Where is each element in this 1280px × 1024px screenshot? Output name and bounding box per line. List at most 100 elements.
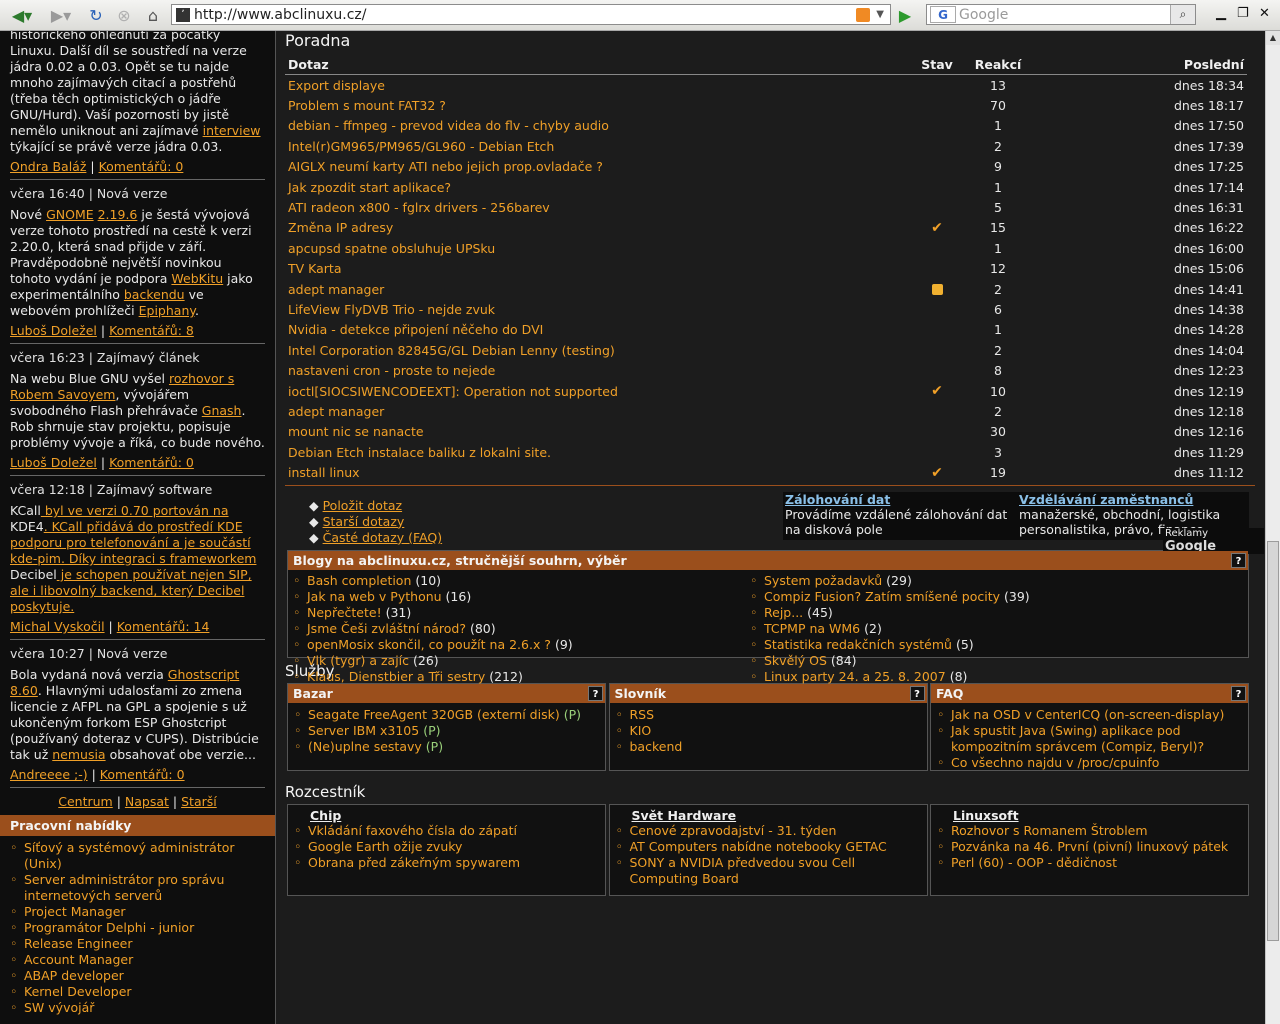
news-inline-link[interactable]: . KCall přidává do prostředí KDE podporu… bbox=[10, 519, 256, 566]
poradna-link-item[interactable]: ◆ Časté dotazy (FAQ) bbox=[309, 530, 442, 546]
table-row[interactable]: Debian Etch instalace baliku z lokalni s… bbox=[285, 442, 1247, 462]
bazar-link[interactable]: Seagate FreeAgent 320GB (externí disk) bbox=[308, 707, 560, 722]
news-inline-link[interactable]: WebKitu bbox=[171, 271, 223, 286]
comments-link[interactable]: Komentářů: 0 bbox=[109, 455, 194, 470]
forward-button[interactable]: ▶▾ bbox=[44, 4, 78, 26]
blog-item-link[interactable]: Rejp... bbox=[764, 605, 803, 620]
job-link[interactable]: Account Manager bbox=[24, 952, 133, 967]
faq-item[interactable]: Co všechno najdu v /proc/cpuinfo bbox=[937, 755, 1242, 771]
linuxsoft-title[interactable]: Linuxsoft bbox=[953, 808, 1242, 823]
stop-button[interactable]: ⊗ bbox=[114, 4, 134, 26]
question-link[interactable]: debian - ffmpeg - prevod videa do flv - … bbox=[288, 118, 609, 133]
comments-link[interactable]: Komentářů: 0 bbox=[99, 159, 184, 174]
news-inline-link[interactable]: 2.19.6 bbox=[98, 207, 138, 222]
job-item[interactable]: Project Manager bbox=[10, 904, 265, 920]
job-item[interactable]: SW vývojář bbox=[10, 1000, 265, 1016]
poradna-link-item[interactable]: ◆ Položit dotaz bbox=[309, 498, 442, 514]
faq-item-link[interactable]: Jak na OSD v CenterICQ (on-screen-displa… bbox=[951, 707, 1224, 722]
chip-item-link[interactable]: Obrana před zákeřným spywarem bbox=[308, 855, 520, 870]
blog-item[interactable]: Statistika redakčních systémů (5) bbox=[750, 637, 1240, 653]
job-link[interactable]: SW vývojář bbox=[24, 1000, 94, 1015]
job-link[interactable]: Kernel Developer bbox=[24, 984, 132, 999]
blog-item[interactable]: Skvělý OS (84) bbox=[750, 653, 1240, 669]
svet-hardware-item-link[interactable]: Cenové zpravodajství - 31. týden bbox=[630, 823, 837, 838]
chip-item[interactable]: Obrana před zákeřným spywarem bbox=[294, 855, 599, 871]
search-input[interactable]: Google bbox=[959, 7, 1008, 23]
poradna-link-item[interactable]: ◆ Starší dotazy bbox=[309, 514, 442, 530]
table-row[interactable]: LifeView FlyDVB Trio - nejde zvuk 6 dnes 1… bbox=[285, 299, 1247, 319]
job-link[interactable]: Project Manager bbox=[24, 904, 126, 919]
bazar-item[interactable]: (Ne)uplne sestavy (P) bbox=[294, 739, 599, 755]
blog-item-link[interactable]: Statistika redakčních systémů bbox=[764, 637, 952, 652]
comments-link[interactable]: Komentářů: 14 bbox=[117, 619, 210, 634]
blog-item[interactable]: Jsme Češi zvláštní národ? (80) bbox=[293, 621, 750, 637]
blog-item[interactable]: Klaus, Dienstbier a Tři sestry (212) bbox=[293, 669, 750, 685]
question-link[interactable]: Debian Etch instalace baliku z lokalni s… bbox=[288, 445, 551, 460]
help-icon[interactable]: ? bbox=[909, 685, 925, 701]
linuxsoft-item[interactable]: Pozvánka na 46. První (pivní) linuxový p… bbox=[937, 839, 1242, 855]
news-inline-link[interactable]: Gnash bbox=[202, 403, 242, 418]
ad-title[interactable]: Vzdělávání zaměstnanců bbox=[1019, 492, 1247, 507]
table-row[interactable]: adept manager 2 dnes 12:18 bbox=[285, 401, 1247, 421]
poradna-link[interactable]: Časté dotazy (FAQ) bbox=[323, 530, 443, 545]
blog-item-link[interactable]: System požadavků bbox=[764, 573, 882, 588]
url-dropdown-icon[interactable]: ▼ bbox=[876, 9, 884, 20]
faq-item[interactable]: Jak spustit Java (Swing) aplikace pod ko… bbox=[937, 723, 1242, 755]
close-icon[interactable]: ✕ bbox=[1259, 6, 1270, 21]
back-button[interactable]: ◀▾ bbox=[4, 4, 40, 26]
blog-item-link[interactable]: Jak na web v Pythonu bbox=[307, 589, 442, 604]
blog-item-link[interactable]: Linux party 24. a 25. 8. 2007 bbox=[764, 669, 946, 684]
question-link[interactable]: Změna IP adresy bbox=[288, 220, 393, 235]
table-row[interactable]: Nvidia - detekce připojení něčeho do DVI… bbox=[285, 320, 1247, 340]
question-link[interactable]: ioctl[SIOCSIWENCODEEXT]: Operation not s… bbox=[288, 384, 618, 399]
linuxsoft-item[interactable]: Rozhovor s Romanem Štroblem bbox=[937, 823, 1242, 839]
news-inline-link[interactable]: nemusia bbox=[52, 747, 105, 762]
question-link[interactable]: Export displaye bbox=[288, 78, 385, 93]
table-row[interactable]: Export displaye 13 dnes 18:34 bbox=[285, 75, 1247, 96]
chip-item[interactable]: Google Earth ožije zvuky bbox=[294, 839, 599, 855]
chip-item[interactable]: Vkládání faxového čísla do zápatí bbox=[294, 823, 599, 839]
job-item[interactable]: Síťový a systémový administrátor (Unix) bbox=[10, 840, 265, 872]
comments-link[interactable]: Komentářů: 0 bbox=[100, 767, 185, 782]
job-link[interactable]: ABAP developer bbox=[24, 968, 124, 983]
question-link[interactable]: Problem s mount FAT32 ? bbox=[288, 98, 446, 113]
blog-item[interactable]: Bash completion (10) bbox=[293, 573, 750, 589]
chip-item-link[interactable]: Google Earth ožije zvuky bbox=[308, 839, 462, 854]
question-link[interactable]: nastaveni cron - proste to nejede bbox=[288, 363, 495, 378]
table-row[interactable]: apcupsd spatne obsluhuje UPSku 1 dnes 16:0… bbox=[285, 238, 1247, 258]
author-link[interactable]: Luboš Doležel bbox=[10, 455, 97, 470]
url-bar[interactable]: ʼ http://www.abclinuxu.cz/ ▼ bbox=[171, 4, 891, 25]
news-inline-link[interactable]: byl ve verzi 0.70 portován na bbox=[41, 503, 229, 518]
question-link[interactable]: ATI radeon x800 - fglrx drivers - 256bar… bbox=[288, 200, 550, 215]
job-item[interactable]: Kernel Developer bbox=[10, 984, 265, 1000]
table-row[interactable]: ATI radeon x800 - fglrx drivers - 256bar… bbox=[285, 197, 1247, 217]
table-row[interactable]: AIGLX neumí karty ATI nebo jejich prop.o… bbox=[285, 157, 1247, 177]
nav-centrum-link[interactable]: Centrum bbox=[58, 794, 112, 809]
news-inline-link[interactable]: Epiphany bbox=[139, 303, 195, 318]
question-link[interactable]: adept manager bbox=[288, 282, 384, 297]
go-button[interactable]: ▶ bbox=[894, 4, 916, 26]
slovnik-item[interactable]: RSS bbox=[616, 707, 921, 723]
question-link[interactable]: Nvidia - detekce připojení něčeho do DVI bbox=[288, 322, 543, 337]
svet-hardware-title[interactable]: Svět Hardware bbox=[632, 808, 921, 823]
table-row[interactable]: TV Karta 12 dnes 15:06 bbox=[285, 259, 1247, 279]
blog-item[interactable]: Jak na web v Pythonu (16) bbox=[293, 589, 750, 605]
faq-item[interactable]: Jak na OSD v CenterICQ (on-screen-displa… bbox=[937, 707, 1242, 723]
blog-item-link[interactable]: openMosix skončil, co použít na 2.6.x ? bbox=[307, 637, 551, 652]
author-link[interactable]: Ondra Baláž bbox=[10, 159, 86, 174]
faq-item-link[interactable]: Jak spustit Java (Swing) aplikace pod ko… bbox=[951, 723, 1204, 754]
linuxsoft-item-link[interactable]: Rozhovor s Romanem Štroblem bbox=[951, 823, 1148, 838]
author-link[interactable]: Michal Vyskočil bbox=[10, 619, 105, 634]
vertical-scrollbar[interactable]: ▲ bbox=[1265, 31, 1280, 1024]
linuxsoft-item-link[interactable]: Perl (60) - OOP - dědičnost bbox=[951, 855, 1117, 870]
table-row[interactable]: nastaveni cron - proste to nejede 8 dnes 1… bbox=[285, 360, 1247, 380]
nav-napsat-link[interactable]: Napsat bbox=[125, 794, 169, 809]
svet-hardware-item[interactable]: SONY a NVIDIA předvedou svou Cell Comput… bbox=[616, 855, 921, 887]
svet-hardware-item-link[interactable]: SONY a NVIDIA předvedou svou Cell Comput… bbox=[630, 855, 856, 886]
table-row[interactable]: install linux ✔ 19 dnes 11:12 bbox=[285, 462, 1247, 482]
job-link[interactable]: Programátor Delphi - junior bbox=[24, 920, 194, 935]
slovnik-item[interactable]: KIO bbox=[616, 723, 921, 739]
slovnik-item-link[interactable]: KIO bbox=[630, 723, 652, 738]
blog-item-link[interactable]: Vlk (tygr) a zajíc bbox=[307, 653, 409, 668]
search-magnifier-icon[interactable]: ⌕ bbox=[1170, 5, 1195, 24]
